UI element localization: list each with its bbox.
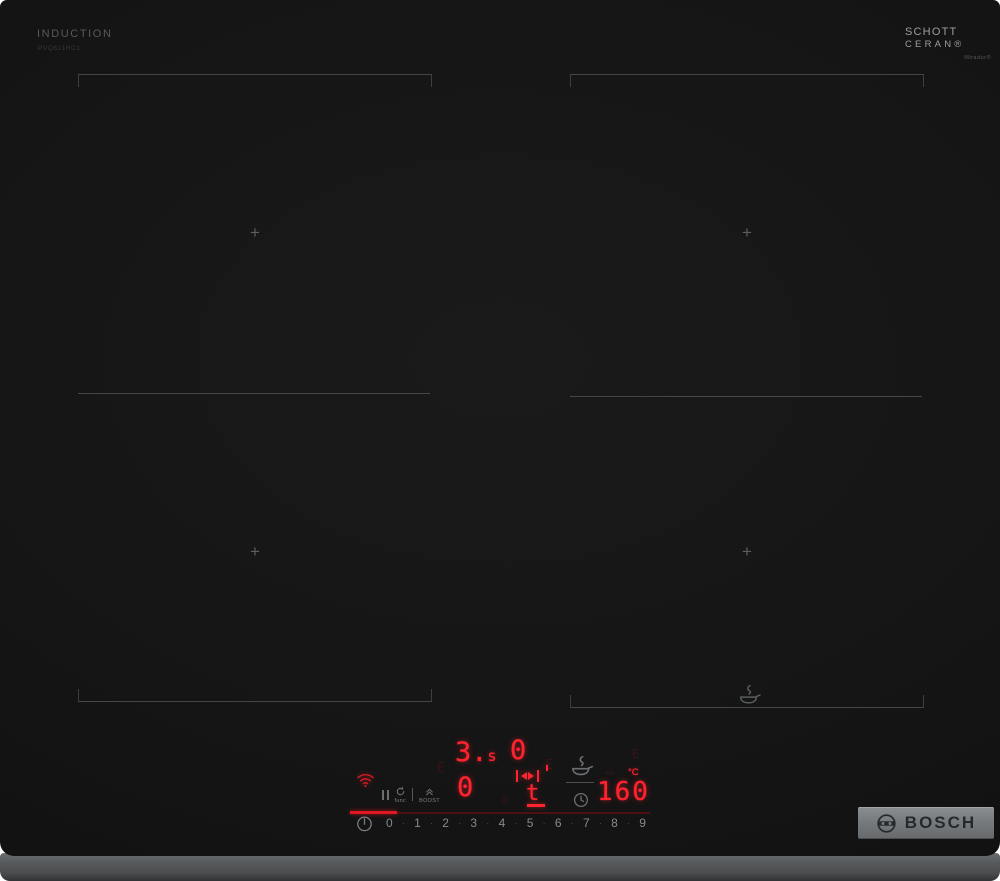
zone-divider-left	[78, 393, 430, 394]
mode-cursor	[527, 804, 545, 807]
slider-key-8[interactable]: 8	[611, 816, 618, 830]
cooktop-product-image: INDUCTION PVQ611HC1 SCHOTT CERAN® Miradu…	[0, 0, 1000, 881]
temperature-display: 160	[597, 777, 650, 807]
zone-bracket-front-left	[78, 689, 432, 702]
slider-key-0[interactable]: 0	[386, 816, 393, 830]
pause-icon[interactable]	[382, 790, 389, 800]
zone-center-mark-back-right: +	[742, 223, 752, 243]
function-key-group: func BOOST	[382, 786, 440, 804]
unlit-segment-right: E	[632, 747, 639, 761]
model-number: PVQ611HC1	[38, 45, 81, 52]
zone-bracket-back-left	[78, 74, 432, 87]
func-label: func	[395, 798, 407, 804]
boost-label: BOOST	[419, 798, 440, 804]
induction-label: INDUCTION	[37, 28, 113, 40]
unlit-segment-left: E	[437, 761, 445, 776]
mode-display: t	[526, 781, 539, 806]
crown-icon: ♕	[500, 793, 511, 807]
schott-ceran-logo: SCHOTT CERAN® Miradur®	[905, 26, 991, 61]
power-button[interactable]	[355, 814, 374, 838]
func-key[interactable]: func	[395, 786, 407, 804]
power-slider-digits: 0· 1· 2· 3· 4· 5· 6· 7· 8· 9	[386, 816, 646, 830]
boost-key[interactable]: BOOST	[419, 786, 440, 804]
timer-key[interactable]	[572, 791, 590, 814]
zone-bracket-back-right	[570, 74, 924, 87]
slider-key-2[interactable]: 2	[442, 816, 449, 830]
front-zone-level-display: 0	[457, 772, 473, 803]
slider-key-7[interactable]: 7	[583, 816, 590, 830]
circular-arrow-icon	[395, 786, 406, 797]
zone-divider-right	[570, 396, 922, 397]
timer-display: 3.s	[455, 737, 497, 768]
slider-key-6[interactable]: 6	[555, 816, 562, 830]
slider-key-9[interactable]: 9	[639, 816, 646, 830]
zone-center-mark-front-left: +	[250, 542, 260, 562]
panel-divider-line	[566, 782, 594, 783]
fry-sensor-key[interactable]	[568, 753, 594, 784]
slider-key-1[interactable]: 1	[414, 816, 421, 830]
back-zone-level-display: 0	[510, 735, 526, 766]
zone-center-mark-back-left: +	[250, 223, 260, 243]
pan-steam-icon	[736, 682, 761, 712]
bosch-wordmark: BOSCH	[905, 813, 976, 833]
slider-key-4[interactable]: 4	[499, 816, 506, 830]
glass-surface: INDUCTION PVQ611HC1 SCHOTT CERAN® Miradu…	[0, 0, 1000, 856]
slider-key-5[interactable]: 5	[527, 816, 534, 830]
boost-icon	[424, 786, 435, 797]
schott-subline: Miradur®	[905, 55, 991, 61]
schott-line2: CERAN®	[905, 39, 991, 50]
wifi-icon	[356, 772, 375, 793]
bosch-logo-plate: BOSCH	[858, 807, 994, 839]
key-divider	[412, 788, 413, 801]
zone-center-mark-front-right: +	[742, 542, 752, 562]
front-metal-trim	[0, 853, 1000, 881]
bosch-emblem-icon	[876, 813, 897, 834]
schott-line1: SCHOTT	[905, 26, 991, 38]
slider-key-3[interactable]: 3	[470, 816, 477, 830]
